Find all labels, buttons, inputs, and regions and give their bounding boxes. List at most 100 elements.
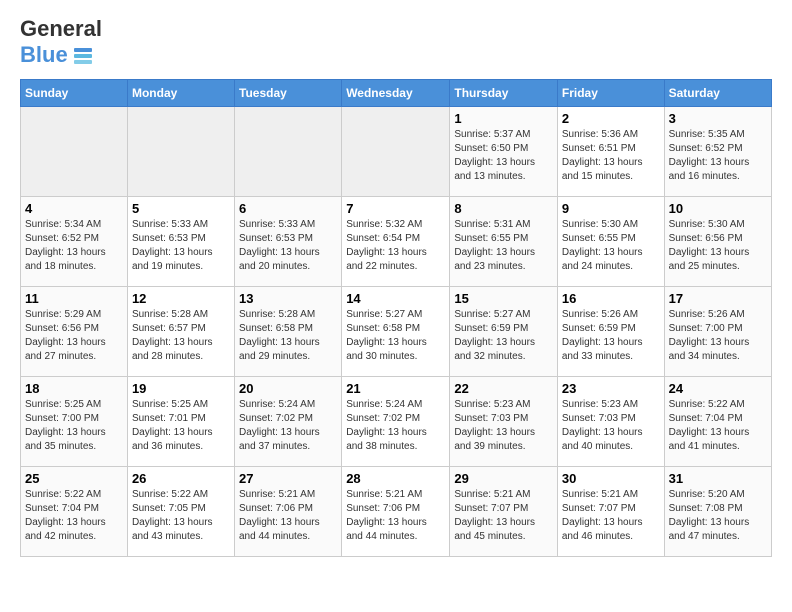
day-info: Sunrise: 5:26 AMSunset: 7:00 PMDaylight:…: [669, 308, 767, 364]
weekday-header-monday: Monday: [127, 79, 234, 106]
calendar-table: SundayMondayTuesdayWednesdayThursdayFrid…: [20, 79, 772, 557]
day-info: Sunrise: 5:33 AMSunset: 6:53 PMDaylight:…: [239, 218, 337, 274]
weekday-header-sunday: Sunday: [21, 79, 128, 106]
calendar-cell: 26 Sunrise: 5:22 AMSunset: 7:05 PMDayligh…: [127, 466, 234, 556]
day-number: 11: [25, 291, 123, 306]
calendar-cell: 2Sunrise: 5:36 AMSunset: 6:51 PMDaylight…: [557, 106, 664, 196]
day-number: 23: [562, 381, 660, 396]
day-info: Sunrise: 5:27 AMSunset: 6:58 PMDaylight:…: [346, 308, 445, 364]
calendar-cell: 25 Sunrise: 5:22 AMSunset: 7:04 PMDayligh…: [21, 466, 128, 556]
day-number: 30: [562, 471, 660, 486]
day-info: Sunrise: 5:24 AMSunset: 7:02 PMDaylight:…: [239, 398, 337, 454]
day-number: 24: [669, 381, 767, 396]
day-info: Sunrise: 5:27 AMSunset: 6:59 PMDaylight:…: [454, 308, 553, 364]
day-number: 3: [669, 111, 767, 126]
day-number: 27: [239, 471, 337, 486]
day-number: 19: [132, 381, 230, 396]
day-info: Sunrise: 5:21 AMSunset: 7:06 PMDaylight:…: [346, 488, 445, 544]
day-number: 18: [25, 381, 123, 396]
calendar-cell: 3 Sunrise: 5:35 AMSunset: 6:52 PMDaylight…: [664, 106, 771, 196]
day-info: Sunrise: 5:22 AMSunset: 7:04 PMDaylight:…: [669, 398, 767, 454]
day-number: 14: [346, 291, 445, 306]
day-info: Sunrise: 5:28 AMSunset: 6:57 PMDaylight:…: [132, 308, 230, 364]
calendar-cell: [342, 106, 450, 196]
calendar-cell: 30 Sunrise: 5:21 AMSunset: 7:07 PMDayligh…: [557, 466, 664, 556]
logo-blue-line: Blue: [20, 42, 102, 68]
calendar-cell: 14 Sunrise: 5:27 AMSunset: 6:58 PMDayligh…: [342, 286, 450, 376]
day-info: Sunrise: 5:25 AMSunset: 7:01 PMDaylight:…: [132, 398, 230, 454]
week-row-4: 18 Sunrise: 5:25 AMSunset: 7:00 PMDayligh…: [21, 376, 772, 466]
week-row-5: 25 Sunrise: 5:22 AMSunset: 7:04 PMDayligh…: [21, 466, 772, 556]
day-info: Sunrise: 5:30 AMSunset: 6:56 PMDaylight:…: [669, 218, 767, 274]
calendar-cell: 16Sunrise: 5:26 AMSunset: 6:59 PMDayligh…: [557, 286, 664, 376]
day-info: Sunrise: 5:20 AMSunset: 7:08 PMDaylight:…: [669, 488, 767, 544]
day-number: 6: [239, 201, 337, 216]
day-number: 12: [132, 291, 230, 306]
header: General Blue: [20, 16, 772, 69]
calendar-cell: 29 Sunrise: 5:21 AMSunset: 7:07 PMDayligh…: [450, 466, 558, 556]
day-info: Sunrise: 5:22 AMSunset: 7:04 PMDaylight:…: [25, 488, 123, 544]
weekday-header-friday: Friday: [557, 79, 664, 106]
day-info: Sunrise: 5:32 AMSunset: 6:54 PMDaylight:…: [346, 218, 445, 274]
calendar-cell: 28 Sunrise: 5:21 AMSunset: 7:06 PMDayligh…: [342, 466, 450, 556]
day-info: Sunrise: 5:37 AMSunset: 6:50 PMDaylight:…: [454, 128, 553, 184]
day-info: Sunrise: 5:35 AMSunset: 6:52 PMDaylight:…: [669, 128, 767, 184]
day-info: Sunrise: 5:21 AMSunset: 7:07 PMDaylight:…: [454, 488, 553, 544]
weekday-header-wednesday: Wednesday: [342, 79, 450, 106]
calendar-cell: 7 Sunrise: 5:32 AMSunset: 6:54 PMDaylight…: [342, 196, 450, 286]
day-info: Sunrise: 5:25 AMSunset: 7:00 PMDaylight:…: [25, 398, 123, 454]
day-info: Sunrise: 5:21 AMSunset: 7:06 PMDaylight:…: [239, 488, 337, 544]
day-number: 15: [454, 291, 553, 306]
calendar-cell: 15 Sunrise: 5:27 AMSunset: 6:59 PMDayligh…: [450, 286, 558, 376]
logo-flag-icon: [74, 48, 92, 64]
calendar-cell: 17 Sunrise: 5:26 AMSunset: 7:00 PMDayligh…: [664, 286, 771, 376]
day-info: Sunrise: 5:26 AMSunset: 6:59 PMDaylight:…: [562, 308, 660, 364]
day-info: Sunrise: 5:24 AMSunset: 7:02 PMDaylight:…: [346, 398, 445, 454]
weekday-header-tuesday: Tuesday: [235, 79, 342, 106]
day-number: 2: [562, 111, 660, 126]
calendar-cell: 18 Sunrise: 5:25 AMSunset: 7:00 PMDayligh…: [21, 376, 128, 466]
day-info: Sunrise: 5:22 AMSunset: 7:05 PMDaylight:…: [132, 488, 230, 544]
calendar-cell: [127, 106, 234, 196]
day-number: 28: [346, 471, 445, 486]
week-row-2: 4Sunrise: 5:34 AMSunset: 6:52 PMDaylight…: [21, 196, 772, 286]
day-number: 20: [239, 381, 337, 396]
day-info: Sunrise: 5:30 AMSunset: 6:55 PMDaylight:…: [562, 218, 660, 274]
calendar-cell: 4Sunrise: 5:34 AMSunset: 6:52 PMDaylight…: [21, 196, 128, 286]
calendar-cell: 10 Sunrise: 5:30 AMSunset: 6:56 PMDayligh…: [664, 196, 771, 286]
day-number: 25: [25, 471, 123, 486]
calendar-cell: 23Sunrise: 5:23 AMSunset: 7:03 PMDayligh…: [557, 376, 664, 466]
page: General Blue SundayMondayTuesdayWednesda…: [0, 0, 792, 573]
day-number: 17: [669, 291, 767, 306]
day-number: 22: [454, 381, 553, 396]
day-info: Sunrise: 5:29 AMSunset: 6:56 PMDaylight:…: [25, 308, 123, 364]
weekday-header-row: SundayMondayTuesdayWednesdayThursdayFrid…: [21, 79, 772, 106]
calendar-cell: 19 Sunrise: 5:25 AMSunset: 7:01 PMDayligh…: [127, 376, 234, 466]
day-info: Sunrise: 5:21 AMSunset: 7:07 PMDaylight:…: [562, 488, 660, 544]
week-row-1: 1 Sunrise: 5:37 AMSunset: 6:50 PMDaylight…: [21, 106, 772, 196]
day-number: 21: [346, 381, 445, 396]
day-number: 8: [454, 201, 553, 216]
calendar-cell: 24 Sunrise: 5:22 AMSunset: 7:04 PMDayligh…: [664, 376, 771, 466]
day-info: Sunrise: 5:28 AMSunset: 6:58 PMDaylight:…: [239, 308, 337, 364]
calendar-cell: 20 Sunrise: 5:24 AMSunset: 7:02 PMDayligh…: [235, 376, 342, 466]
day-number: 26: [132, 471, 230, 486]
day-number: 7: [346, 201, 445, 216]
day-number: 29: [454, 471, 553, 486]
week-row-3: 11 Sunrise: 5:29 AMSunset: 6:56 PMDayligh…: [21, 286, 772, 376]
logo-text: General Blue: [20, 16, 102, 69]
calendar-cell: 8Sunrise: 5:31 AMSunset: 6:55 PMDaylight…: [450, 196, 558, 286]
calendar-cell: 13 Sunrise: 5:28 AMSunset: 6:58 PMDayligh…: [235, 286, 342, 376]
weekday-header-saturday: Saturday: [664, 79, 771, 106]
day-number: 13: [239, 291, 337, 306]
calendar-cell: 1 Sunrise: 5:37 AMSunset: 6:50 PMDaylight…: [450, 106, 558, 196]
day-number: 10: [669, 201, 767, 216]
logo: General Blue: [20, 16, 102, 69]
calendar-cell: 31Sunrise: 5:20 AMSunset: 7:08 PMDayligh…: [664, 466, 771, 556]
day-number: 9: [562, 201, 660, 216]
calendar-cell: 9 Sunrise: 5:30 AMSunset: 6:55 PMDaylight…: [557, 196, 664, 286]
day-info: Sunrise: 5:34 AMSunset: 6:52 PMDaylight:…: [25, 218, 123, 274]
calendar-cell: [21, 106, 128, 196]
day-number: 1: [454, 111, 553, 126]
calendar-cell: 6 Sunrise: 5:33 AMSunset: 6:53 PMDaylight…: [235, 196, 342, 286]
